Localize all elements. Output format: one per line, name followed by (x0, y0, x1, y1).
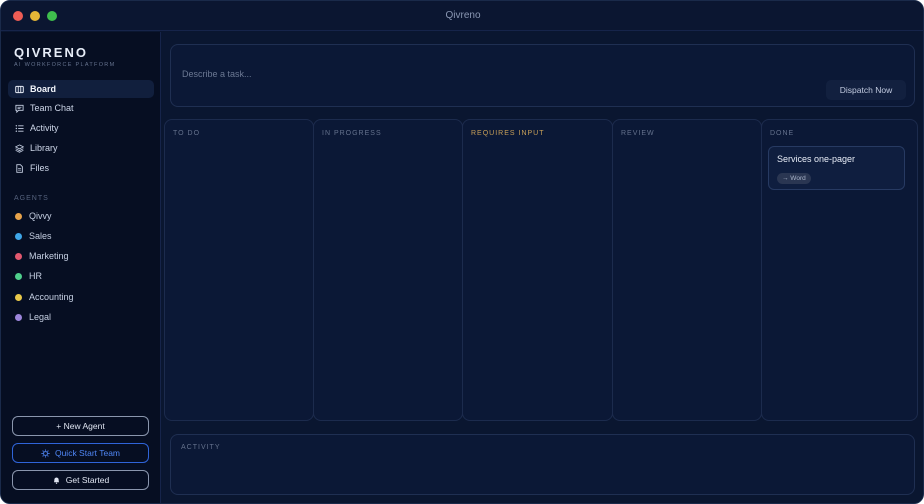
gear-icon (41, 448, 50, 458)
status-dot (15, 252, 22, 260)
agent-legal[interactable]: Legal (15, 310, 51, 324)
get-started-label: Get Started (65, 475, 110, 485)
column-requires-input: REQUIRES INPUT (462, 119, 613, 421)
dispatch-now-button[interactable]: Dispatch Now (826, 80, 906, 100)
sidebar-item-library[interactable]: Library (8, 139, 154, 157)
activity-title: ACTIVITY (181, 444, 221, 451)
status-dot (15, 212, 22, 220)
agent-label: HR (29, 271, 42, 281)
get-started-button[interactable]: Get Started (12, 470, 149, 490)
sidebar-item-board[interactable]: Board (8, 80, 154, 98)
column-in-progress: IN PROGRESS (313, 119, 463, 421)
status-dot (15, 293, 22, 301)
agent-label: Accounting (29, 292, 74, 302)
agent-label: Marketing (29, 251, 69, 261)
new-agent-label: + New Agent (56, 421, 105, 431)
column-title: DONE (770, 130, 795, 137)
task-card[interactable]: Services one-pager → Word (768, 146, 905, 190)
brand-tagline: AI WORKFORCE PLATFORM (14, 62, 116, 68)
status-dot (15, 232, 22, 240)
agent-label: Sales (29, 231, 52, 241)
agents-header: AGENTS (14, 195, 49, 202)
agent-marketing[interactable]: Marketing (15, 249, 69, 263)
layers-icon (15, 143, 24, 153)
agent-qivvy[interactable]: Qivvy (15, 209, 52, 223)
sidebar-item-label: Team Chat (30, 103, 74, 113)
column-title: REQUIRES INPUT (471, 130, 545, 137)
sidebar-item-label: Library (30, 143, 58, 153)
agent-label: Qivvy (29, 211, 52, 221)
sidebar-item-team-chat[interactable]: Team Chat (8, 99, 154, 117)
quick-start-label: Quick Start Team (54, 448, 121, 458)
board-icon (15, 85, 24, 94)
column-done: DONE Services one-pager → Word (761, 119, 918, 421)
sidebar-item-label: Activity (30, 123, 59, 133)
column-title: REVIEW (621, 130, 655, 137)
column-title: IN PROGRESS (322, 130, 382, 137)
agent-accounting[interactable]: Accounting (15, 290, 74, 304)
brand-name: QIVRENO (14, 45, 88, 60)
sidebar-item-label: Files (30, 163, 50, 173)
sidebar-item-files[interactable]: Files (8, 159, 154, 177)
app-window: Qivreno QIVRENO AI WORKFORCE PLATFORM Bo… (0, 0, 924, 504)
title-bar: Qivreno (1, 1, 923, 31)
column-to-do: TO DO (164, 119, 314, 421)
task-card-tag: → Word (777, 173, 811, 184)
activity-panel: ACTIVITY (170, 434, 915, 495)
sidebar-item-activity[interactable]: Activity (8, 119, 154, 137)
main-content: Dispatch Now TO DO IN PROGRESS REQUIRES … (162, 32, 923, 503)
column-title: TO DO (173, 130, 201, 137)
new-agent-button[interactable]: + New Agent (12, 416, 149, 436)
task-composer: Dispatch Now (170, 44, 915, 107)
agent-label: Legal (29, 312, 52, 322)
agent-sales[interactable]: Sales (15, 229, 52, 243)
quick-start-team-button[interactable]: Quick Start Team (12, 443, 149, 463)
column-review: REVIEW (612, 119, 762, 421)
bell-icon (52, 476, 61, 485)
sidebar: QIVRENO AI WORKFORCE PLATFORM Board Team… (1, 32, 161, 503)
status-dot (15, 313, 22, 321)
window-title: Qivreno (445, 10, 481, 21)
chat-icon (15, 104, 24, 113)
agent-hr[interactable]: HR (15, 269, 42, 283)
file-icon (15, 163, 24, 173)
status-dot (15, 272, 22, 280)
task-card-title: Services one-pager (777, 154, 856, 164)
task-input[interactable] (182, 67, 782, 81)
sidebar-item-label: Board (30, 84, 57, 94)
list-icon (15, 124, 24, 133)
